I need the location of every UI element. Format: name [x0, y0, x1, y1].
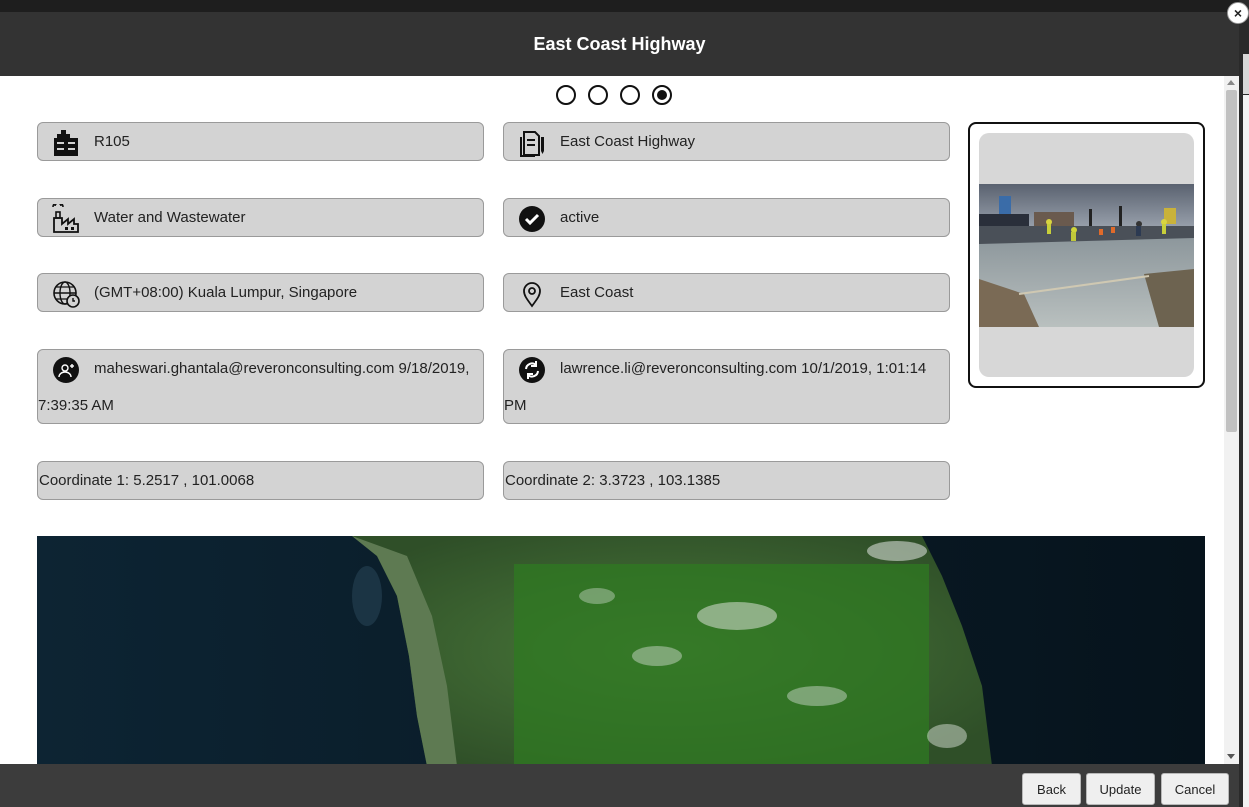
- document-edit-icon: [517, 129, 547, 157]
- region-value: East Coast: [560, 284, 634, 301]
- coordinate-2-value: Coordinate 2: 3.3723 , 103.1385: [505, 472, 721, 489]
- building-icon: [51, 129, 81, 157]
- modal-header: East Coast Highway: [0, 12, 1239, 76]
- status-field[interactable]: active: [503, 198, 950, 237]
- sector-field[interactable]: Water and Wastewater: [37, 198, 484, 237]
- modified-by-value: lawrence.li@reveronconsulting.com 10/1/2…: [504, 360, 927, 414]
- coordinate-2-field[interactable]: Coordinate 2: 3.3723 , 103.1385: [503, 461, 950, 500]
- modal-footer: Back Update Cancel: [0, 764, 1239, 807]
- modal-content: R105 East Coast Highway Water and Wastew…: [0, 76, 1224, 764]
- wizard-step-1[interactable]: [556, 85, 576, 105]
- sector-value: Water and Wastewater: [94, 209, 246, 226]
- status-value: active: [560, 209, 600, 226]
- code-value: R105: [94, 133, 130, 150]
- backdrop-edge: [1239, 0, 1249, 807]
- photo-frame[interactable]: [968, 122, 1205, 388]
- timezone-field[interactable]: (GMT+08:00) Kuala Lumpur, Singapore: [37, 273, 484, 312]
- scroll-thumb[interactable]: [1226, 90, 1237, 432]
- check-circle-icon: [517, 205, 547, 233]
- coordinate-1-field[interactable]: Coordinate 1: 5.2517 , 101.0068: [37, 461, 484, 500]
- wizard-step-4[interactable]: [652, 85, 672, 105]
- scroll-down-arrow-icon[interactable]: [1227, 754, 1235, 759]
- wizard-step-2[interactable]: [588, 85, 608, 105]
- satellite-map[interactable]: [37, 536, 1205, 764]
- map-imagery: [37, 536, 1205, 764]
- backdrop: [0, 0, 1249, 12]
- name-field[interactable]: East Coast Highway: [503, 122, 950, 161]
- coordinate-1-value: Coordinate 1: 5.2517 , 101.0068: [39, 472, 255, 489]
- created-by-field[interactable]: maheswari.ghantala@reveronconsulting.com…: [37, 349, 484, 424]
- wizard-steps: [556, 85, 672, 105]
- back-button[interactable]: Back: [1022, 773, 1081, 805]
- name-value: East Coast Highway: [560, 133, 696, 150]
- scroll-up-arrow-icon[interactable]: [1227, 80, 1235, 85]
- code-field[interactable]: R105: [37, 122, 484, 161]
- close-button[interactable]: ×: [1227, 2, 1249, 24]
- update-button[interactable]: Update: [1086, 773, 1155, 805]
- wizard-step-3[interactable]: [620, 85, 640, 105]
- photo-container: [979, 133, 1194, 377]
- modified-by-field[interactable]: lawrence.li@reveronconsulting.com 10/1/2…: [503, 349, 950, 424]
- vertical-scrollbar[interactable]: [1224, 76, 1239, 764]
- location-pin-icon: [517, 280, 547, 308]
- created-by-value: maheswari.ghantala@reveronconsulting.com…: [38, 360, 470, 414]
- modal-title: East Coast Highway: [533, 33, 706, 54]
- globe-clock-icon: [51, 280, 81, 308]
- road-construction-photo: [979, 184, 1194, 327]
- user-add-icon: [51, 356, 81, 384]
- timezone-value: (GMT+08:00) Kuala Lumpur, Singapore: [94, 284, 358, 301]
- sync-icon: [517, 356, 547, 384]
- cancel-button[interactable]: Cancel: [1161, 773, 1229, 805]
- factory-icon: [51, 204, 81, 233]
- region-field[interactable]: East Coast: [503, 273, 950, 312]
- modal-dialog: East Coast Highway R105 East Coast Highw…: [0, 12, 1239, 807]
